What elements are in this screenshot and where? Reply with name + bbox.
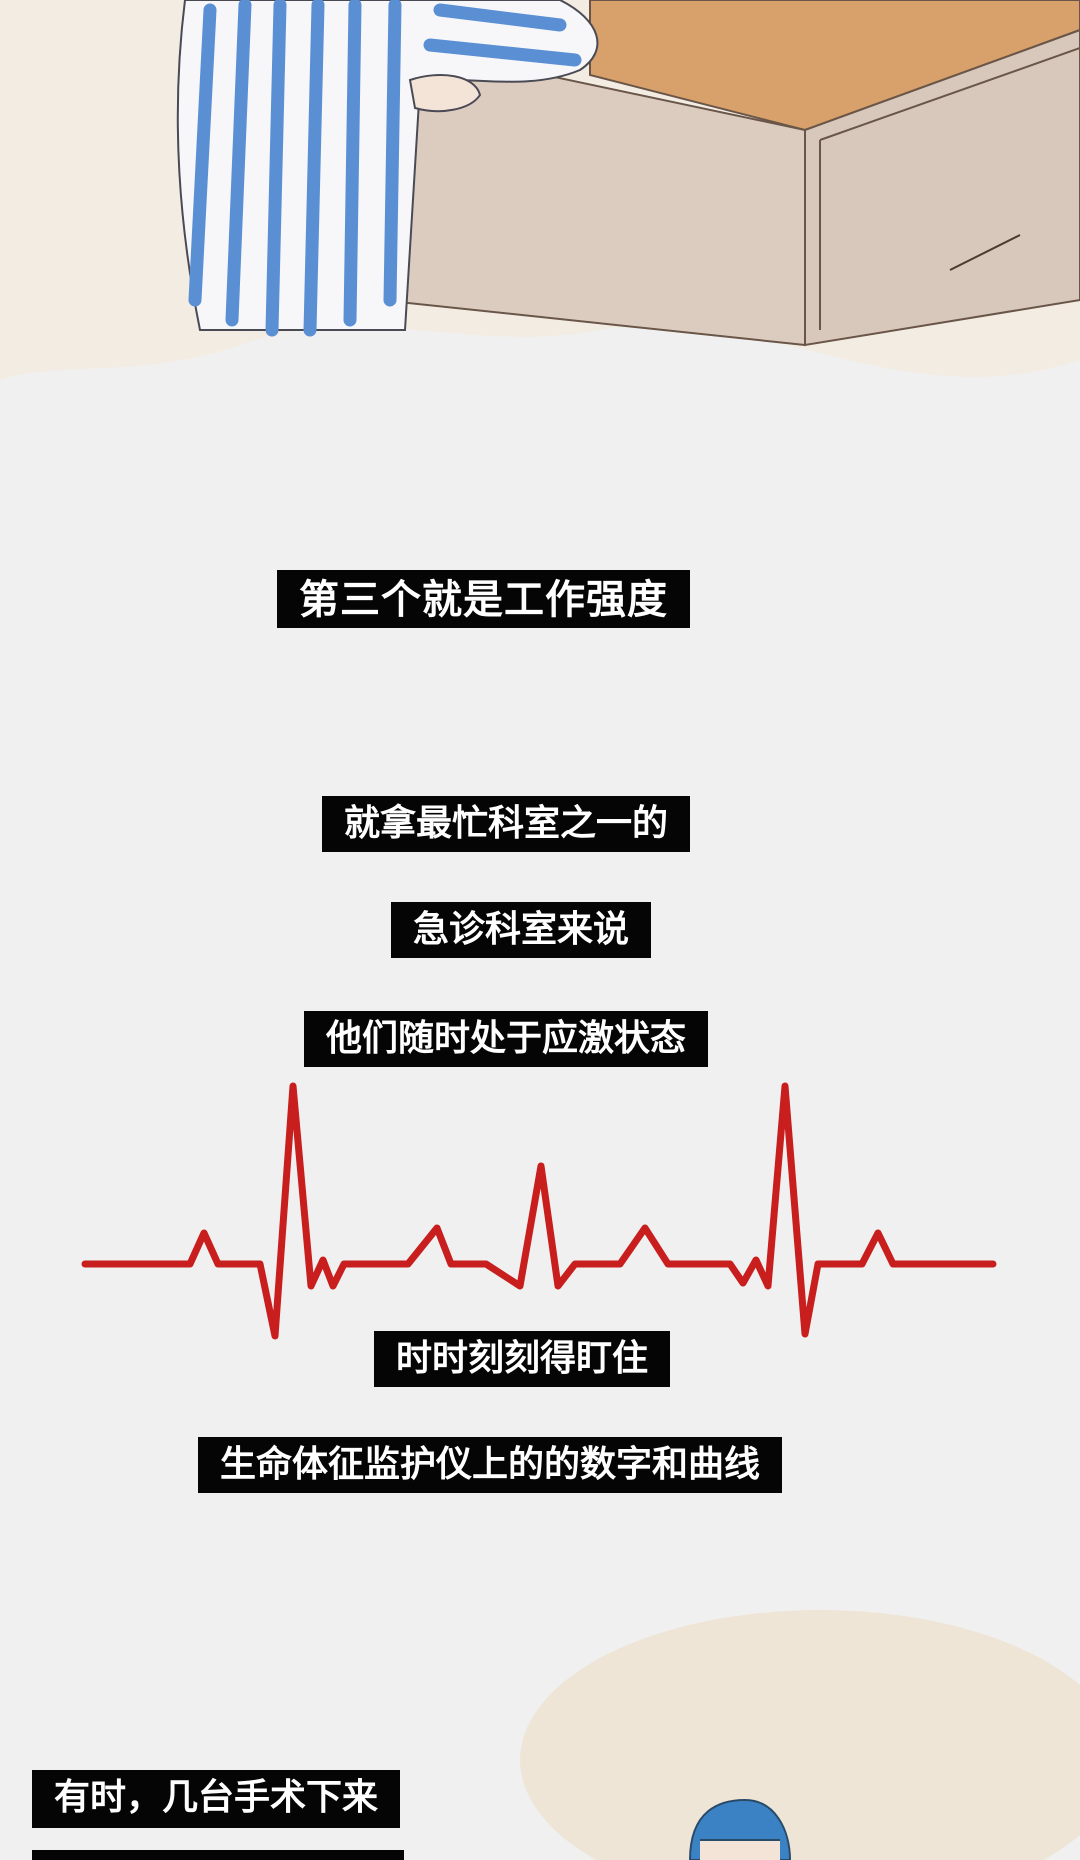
caption-line-2: 急诊科室来说: [391, 902, 652, 958]
caption-line-5: 生命体征监护仪上的的数字和曲线: [198, 1437, 783, 1493]
bottom-wash: [520, 1610, 1080, 1860]
caption-line-1: 就拿最忙科室之一的: [322, 796, 691, 852]
caption-line-6: 有时，几台手术下来: [32, 1770, 401, 1828]
ecg-graphic: [0, 1070, 1080, 1350]
caption-line-3: 他们随时处于应激状态: [304, 1011, 709, 1067]
caption-line-7-partial: [32, 1850, 404, 1860]
heartbeat-line-icon: [81, 1082, 997, 1340]
caption-line-4: 时时刻刻得盯住: [374, 1331, 671, 1387]
section-title: 第三个就是工作强度: [277, 570, 690, 628]
